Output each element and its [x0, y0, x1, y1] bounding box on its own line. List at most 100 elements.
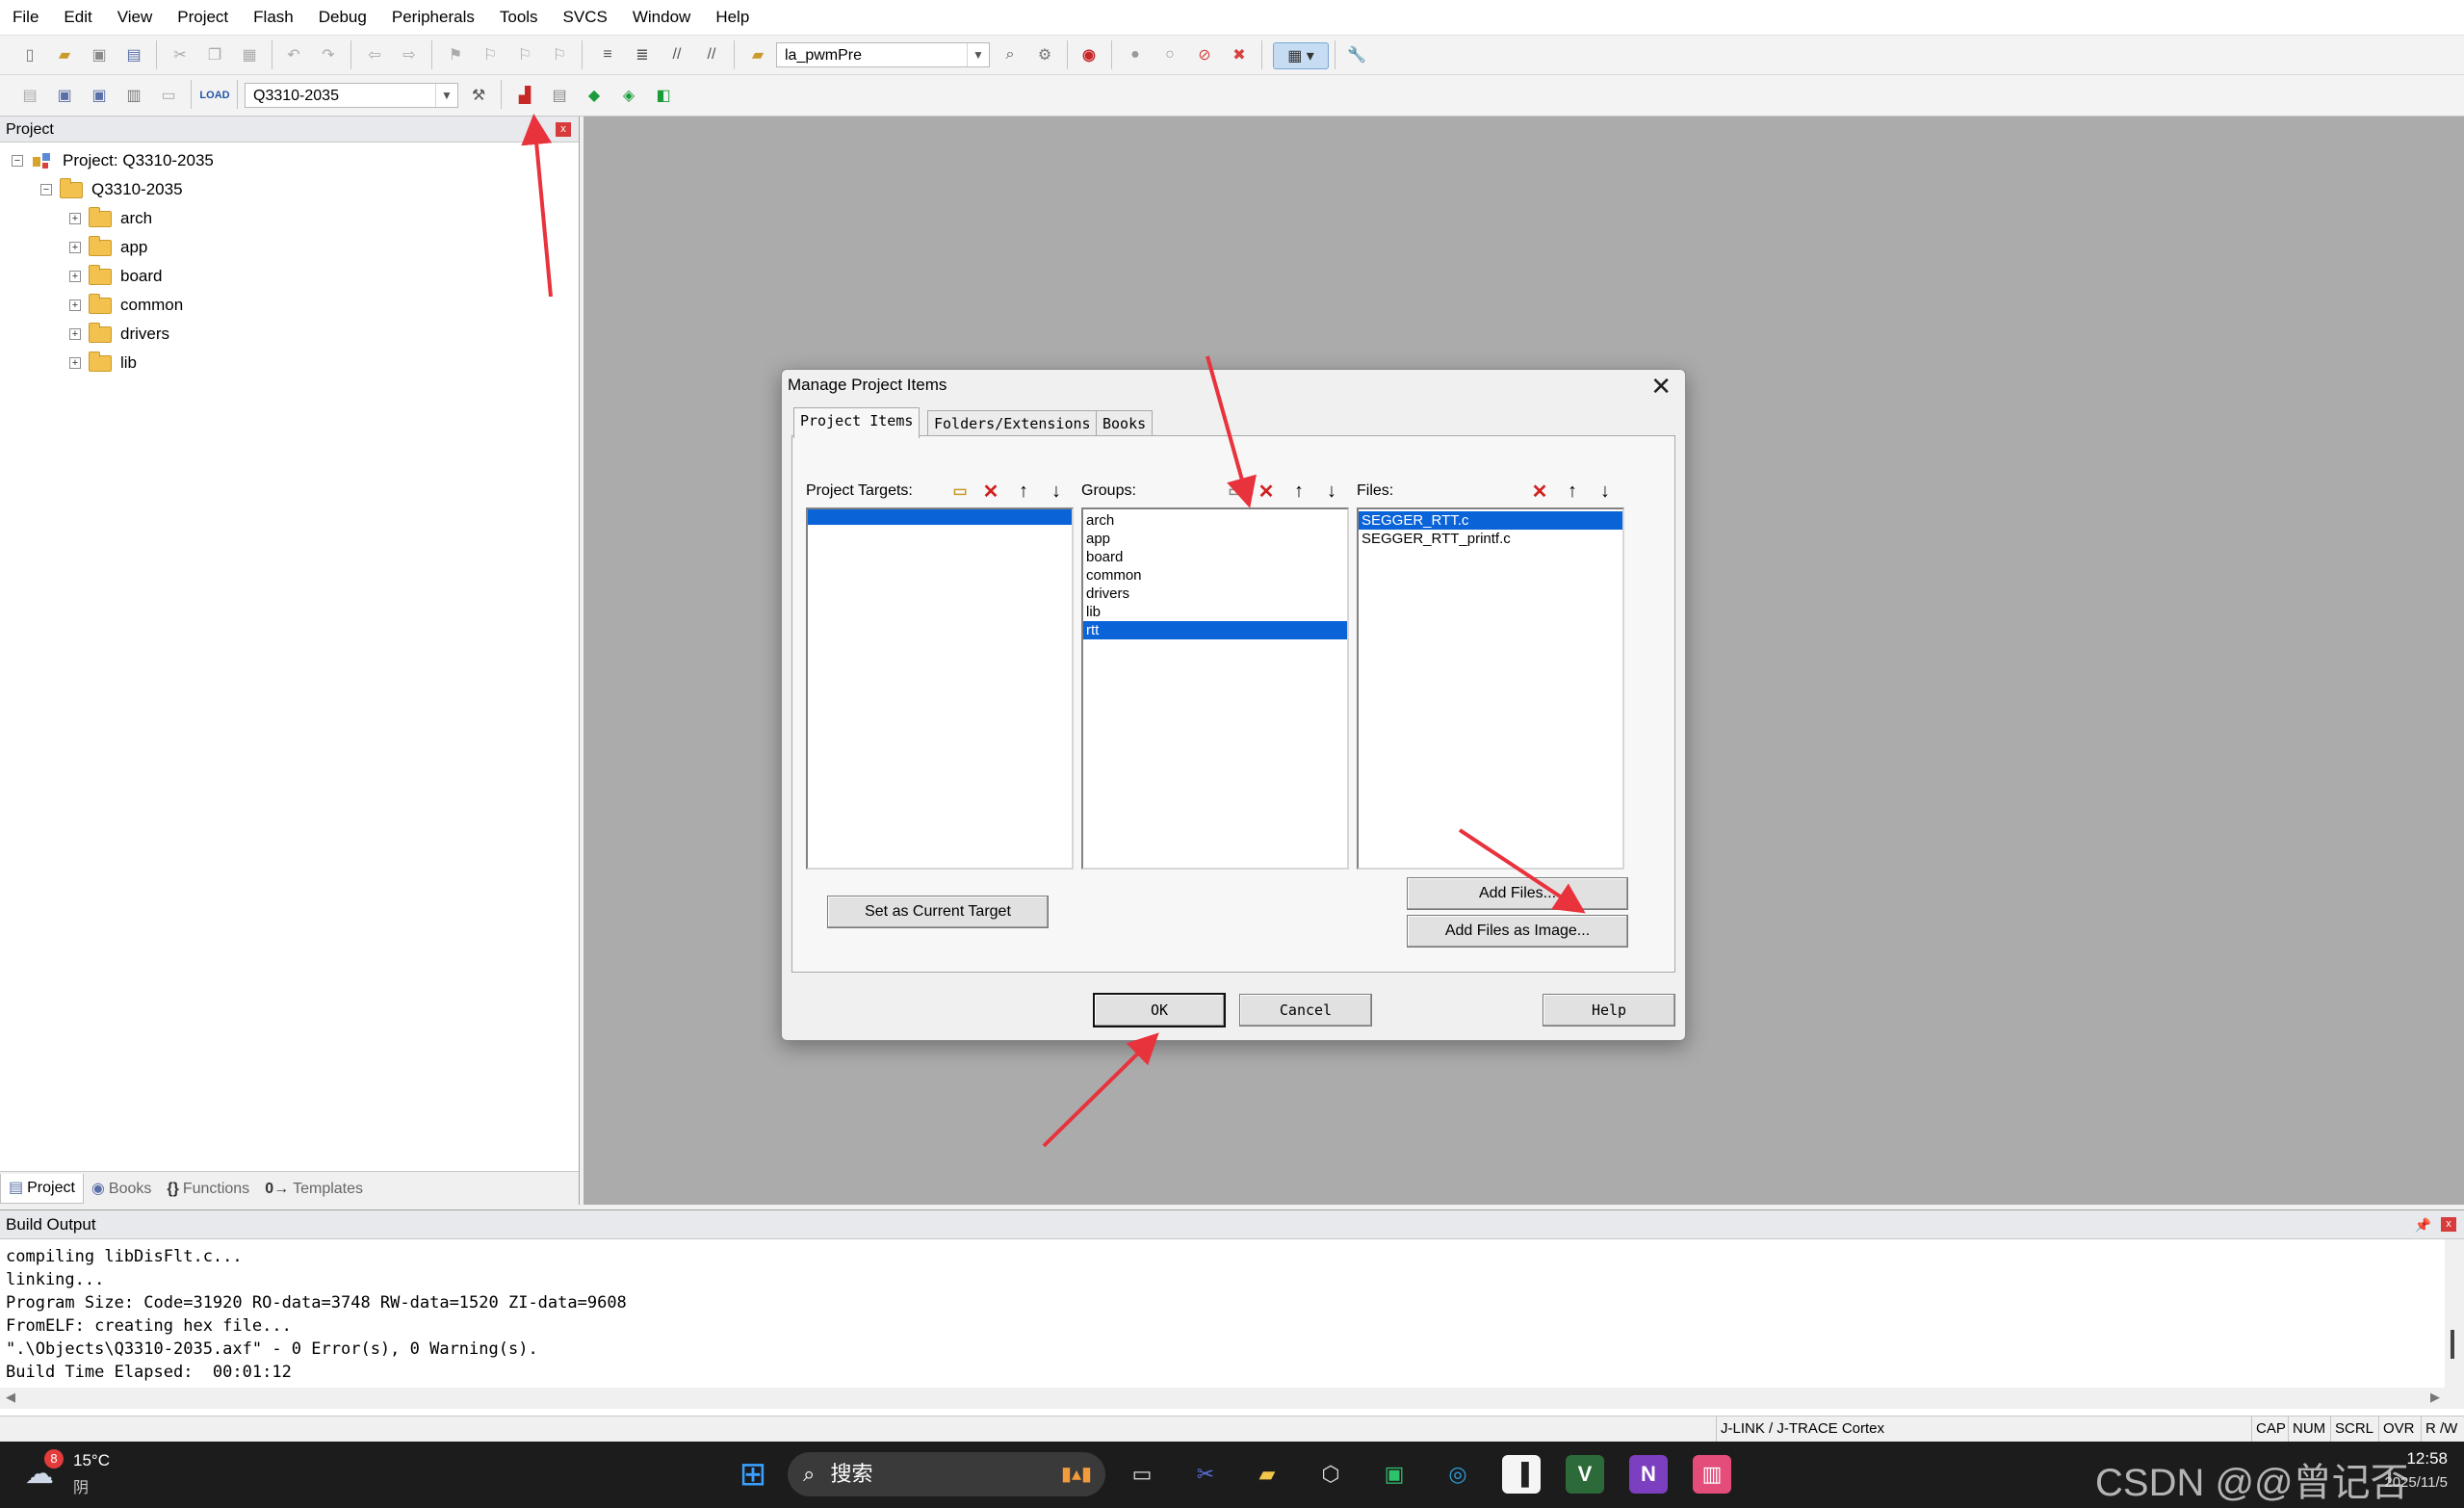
cancel-button[interactable]: Cancel	[1239, 994, 1372, 1027]
tree-group[interactable]: + arch	[69, 205, 152, 232]
bookmark-icon[interactable]: ⚑	[443, 42, 468, 67]
chevron-down-icon[interactable]: ▼	[967, 43, 989, 66]
tab-project[interactable]: ▤ Project	[0, 1174, 84, 1204]
menu-window[interactable]: Window	[620, 0, 703, 35]
media-app-icon[interactable]: ▥	[1693, 1455, 1731, 1494]
move-up-icon[interactable]: ↑	[1559, 479, 1586, 504]
new-file-icon[interactable]: ▯	[17, 42, 42, 67]
expand-icon[interactable]: +	[69, 213, 81, 224]
breakpoint-icon[interactable]: ●	[1123, 42, 1148, 67]
tab-books[interactable]: ◉ Books	[84, 1175, 159, 1204]
targets-list[interactable]	[806, 507, 1074, 870]
expand-icon[interactable]: +	[69, 299, 81, 311]
indent-icon[interactable]: ≡	[595, 42, 620, 67]
cut-icon[interactable]: ✂	[168, 42, 193, 67]
tree-group[interactable]: + drivers	[69, 321, 169, 348]
menu-debug[interactable]: Debug	[306, 0, 379, 35]
build-icon[interactable]: ▣	[52, 83, 77, 108]
target-item-selected[interactable]	[808, 509, 1072, 525]
collapse-icon[interactable]: −	[40, 184, 52, 195]
tree-group[interactable]: + lib	[69, 350, 137, 377]
debug-session-icon[interactable]: ◉	[1076, 42, 1102, 67]
vertical-scrollbar[interactable]	[2445, 1239, 2464, 1409]
group-item[interactable]: common	[1083, 566, 1347, 585]
target-options-icon[interactable]: ⚒	[466, 83, 491, 108]
menu-flash[interactable]: Flash	[241, 0, 306, 35]
scroll-right-icon[interactable]: ▶	[2430, 1390, 2440, 1405]
undo-icon[interactable]: ↶	[281, 42, 306, 67]
nav-back-icon[interactable]: ⇦	[362, 42, 387, 67]
scroll-left-icon[interactable]: ◀	[6, 1390, 15, 1405]
tree-group[interactable]: + app	[69, 234, 147, 261]
taskbar-search[interactable]: ⌕ 搜索 ▮▴▮	[788, 1452, 1105, 1496]
tree-target[interactable]: − Q3310-2035	[40, 176, 183, 203]
snipping-tool-icon[interactable]: ✂	[1186, 1455, 1225, 1494]
keil-pack-icon[interactable]: ⬡	[1311, 1455, 1350, 1494]
new-target-icon[interactable]: ▭	[947, 479, 973, 504]
clear-bookmarks-icon[interactable]: ⚐	[547, 42, 572, 67]
move-down-icon[interactable]: ↓	[1592, 479, 1619, 504]
windows-start-icon[interactable]: ⊞	[734, 1455, 772, 1494]
menu-file[interactable]: File	[0, 0, 51, 35]
close-icon[interactable]: x	[2441, 1217, 2456, 1232]
disable-breakpoint-icon[interactable]: ○	[1157, 42, 1182, 67]
horizontal-scrollbar[interactable]: ◀ ▶	[0, 1388, 2446, 1409]
onenote-icon[interactable]: N	[1629, 1455, 1668, 1494]
find-combo[interactable]: la_pwmPre ▼	[776, 42, 990, 67]
copy-icon[interactable]: ❐	[202, 42, 227, 67]
new-group-icon[interactable]: ▭	[1222, 479, 1249, 504]
incremental-find-icon[interactable]: ⚙	[1032, 42, 1057, 67]
find-icon[interactable]: ⌕	[998, 42, 1023, 67]
menu-view[interactable]: View	[105, 0, 166, 35]
tab-books[interactable]: Books	[1096, 410, 1154, 436]
menu-peripherals[interactable]: Peripherals	[379, 0, 487, 35]
delete-target-icon[interactable]: ✕	[977, 479, 1004, 504]
select-packs-icon[interactable]: ◈	[616, 83, 641, 108]
chevron-down-icon[interactable]: ▼	[435, 84, 457, 107]
file-item[interactable]: SEGGER_RTT_printf.c	[1359, 530, 1622, 548]
menu-edit[interactable]: Edit	[51, 0, 104, 35]
next-bookmark-icon[interactable]: ⚐	[512, 42, 537, 67]
group-item[interactable]: arch	[1083, 511, 1347, 530]
file-explorer-icon[interactable]: ▰	[1248, 1455, 1286, 1494]
files-list[interactable]: SEGGER_RTT.c SEGGER_RTT_printf.c	[1357, 507, 1624, 870]
ok-button[interactable]: OK	[1093, 993, 1226, 1027]
prev-bookmark-icon[interactable]: ⚐	[478, 42, 503, 67]
close-icon[interactable]: ✕	[1650, 372, 1672, 402]
groups-list[interactable]: arch app board common drivers lib rtt	[1081, 507, 1349, 870]
open-file-icon[interactable]: ▰	[52, 42, 77, 67]
expand-icon[interactable]: +	[69, 271, 81, 282]
help-button[interactable]: Help	[1543, 994, 1675, 1027]
terminal-icon[interactable]: ▐	[1502, 1455, 1541, 1494]
tab-project-items[interactable]: Project Items	[793, 407, 921, 438]
menu-help[interactable]: Help	[703, 0, 762, 35]
expand-icon[interactable]: +	[69, 328, 81, 340]
stop-build-icon[interactable]: ▭	[156, 83, 181, 108]
find-in-files-icon[interactable]: ▰	[745, 42, 770, 67]
menu-tools[interactable]: Tools	[487, 0, 551, 35]
disable-all-breakpoints-icon[interactable]: ⊘	[1192, 42, 1217, 67]
task-view-icon[interactable]: ▭	[1123, 1455, 1161, 1494]
tree-group[interactable]: + common	[69, 292, 183, 319]
comment-icon[interactable]: //	[664, 42, 689, 67]
menu-svcs[interactable]: SVCS	[551, 0, 620, 35]
kill-all-breakpoints-icon[interactable]: ✖	[1227, 42, 1252, 67]
run-time-environment-icon[interactable]: ◧	[651, 83, 676, 108]
nav-forward-icon[interactable]: ⇨	[397, 42, 422, 67]
move-down-icon[interactable]: ↓	[1043, 479, 1070, 504]
save-all-icon[interactable]: ▤	[121, 42, 146, 67]
move-up-icon[interactable]: ↑	[1285, 479, 1312, 504]
file-item-selected[interactable]: SEGGER_RTT.c	[1359, 511, 1622, 530]
keil-uvision-icon[interactable]: V	[1566, 1455, 1604, 1494]
collapse-icon[interactable]: −	[12, 155, 23, 167]
tab-templates[interactable]: 0→ Templates	[257, 1175, 371, 1204]
group-item[interactable]: drivers	[1083, 585, 1347, 603]
expand-icon[interactable]: +	[69, 242, 81, 253]
pack-installer-icon[interactable]: ◆	[582, 83, 607, 108]
redo-icon[interactable]: ↷	[316, 42, 341, 67]
set-current-target-button[interactable]: Set as Current Target	[827, 896, 1049, 928]
wechat-icon[interactable]: ▣	[1375, 1455, 1414, 1494]
edge-icon[interactable]: ◎	[1439, 1455, 1477, 1494]
translate-icon[interactable]: ▤	[17, 83, 42, 108]
pin-icon[interactable]: 📌	[2415, 1210, 2431, 1239]
